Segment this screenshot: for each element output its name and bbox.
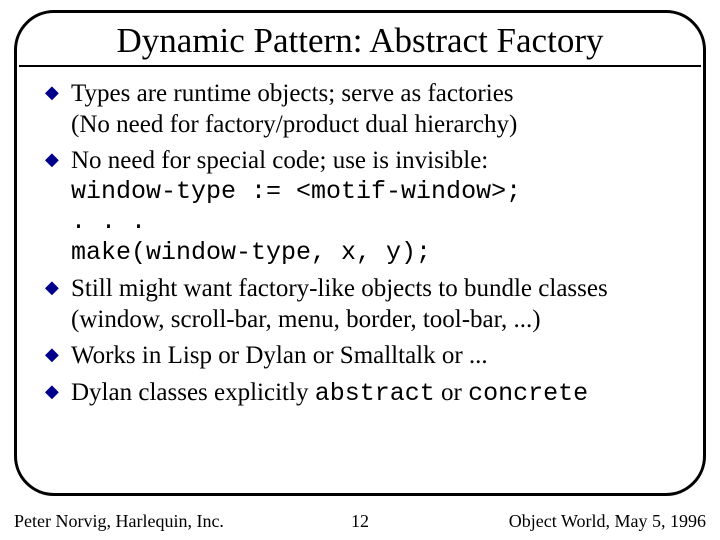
bullet-line: Works in Lisp or Dylan or Smalltalk or .… (71, 341, 677, 372)
slide: Dynamic Pattern: Abstract Factory Types … (0, 0, 720, 540)
bullet-line: window-type := <motif-window>; (71, 177, 677, 208)
slide-frame: Dynamic Pattern: Abstract Factory Types … (14, 10, 706, 496)
bullet-item: No need for special code; use is invisib… (43, 146, 677, 268)
footer-right: Object World, May 5, 1996 (509, 511, 706, 532)
bullet-line: Still might want factory-like objects to… (71, 274, 677, 305)
code-span: abstract (315, 379, 435, 408)
bullet-line: . . . (71, 207, 677, 238)
slide-title: Dynamic Pattern: Abstract Factory (43, 21, 677, 61)
bullet-item: Dylan classes explicitly abstract or con… (43, 378, 677, 410)
text-span: or (435, 379, 468, 406)
text-span: Dylan classes explicitly (71, 379, 315, 406)
title-rule (19, 65, 701, 67)
bullet-line: (window, scroll-bar, menu, border, tool-… (71, 305, 677, 336)
bullet-line: Types are runtime objects; serve as fact… (71, 79, 677, 110)
bullet-item: Still might want factory-like objects to… (43, 274, 677, 335)
bullet-line: (No need for factory/product dual hierar… (71, 110, 677, 141)
bullet-line: Dylan classes explicitly abstract or con… (71, 378, 677, 410)
bullet-line: make(window-type, x, y); (71, 238, 677, 269)
bullet-item: Works in Lisp or Dylan or Smalltalk or .… (43, 341, 677, 372)
code-span: concrete (468, 379, 588, 408)
bullet-item: Types are runtime objects; serve as fact… (43, 79, 677, 140)
bullet-line: No need for special code; use is invisib… (71, 146, 677, 177)
bullet-list: Types are runtime objects; serve as fact… (43, 79, 677, 409)
